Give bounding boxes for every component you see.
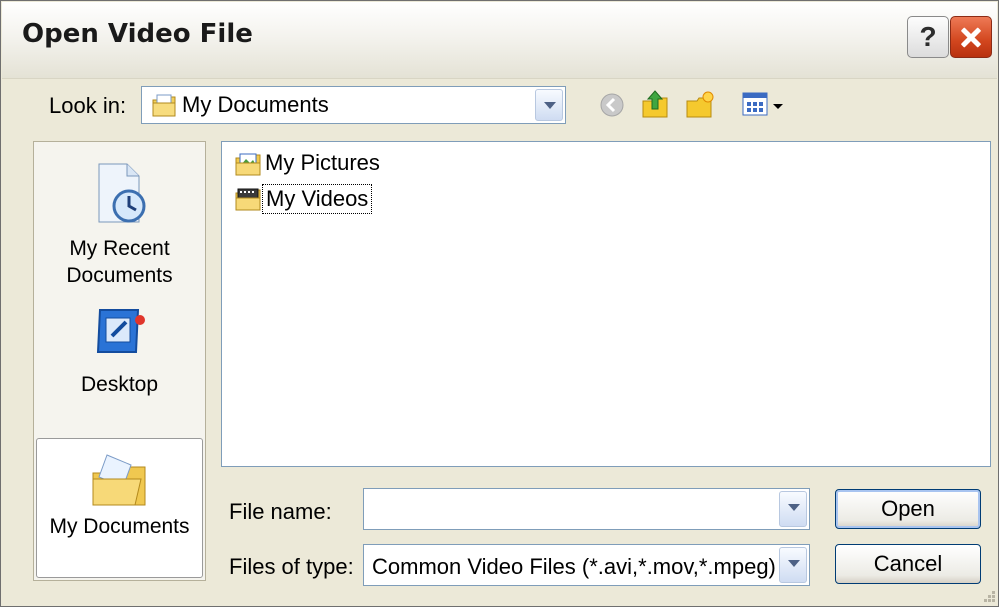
- file-name-dropdown-button[interactable]: [779, 491, 807, 527]
- recent-documents-icon: [98, 163, 145, 223]
- place-label: My Documents: [49, 515, 190, 538]
- my-documents-small-icon: [152, 94, 176, 117]
- file-name-label: File name:: [229, 499, 332, 524]
- file-type-value: Common Video Files (*.avi,*.mov,*.mpeg): [372, 554, 776, 579]
- videos-folder-icon: [235, 188, 261, 211]
- window-title: Open Video File: [22, 19, 253, 49]
- back-icon[interactable]: [598, 91, 626, 119]
- file-name: My Pictures: [265, 150, 380, 175]
- desktop-icon: [96, 309, 145, 353]
- look-in-dropdown[interactable]: My Documents: [141, 86, 566, 124]
- my-documents-icon: [92, 454, 146, 506]
- places-bar: My Recent Documents Desktop My Documents: [33, 141, 206, 581]
- open-button[interactable]: Open: [835, 489, 981, 529]
- place-label: Desktop: [80, 373, 159, 396]
- close-button[interactable]: [950, 16, 992, 58]
- new-folder-icon[interactable]: [684, 89, 716, 121]
- file-type-dropdown[interactable]: Common Video Files (*.avi,*.mov,*.mpeg): [363, 544, 810, 586]
- place-desktop[interactable]: Desktop: [34, 302, 205, 398]
- place-label: Documents: [66, 264, 173, 287]
- file-name-field[interactable]: [363, 488, 810, 530]
- resize-grip-icon[interactable]: [979, 587, 997, 605]
- look-in-dropdown-button[interactable]: [535, 89, 563, 121]
- place-label: My Recent: [69, 237, 170, 260]
- help-button[interactable]: ?: [907, 16, 949, 58]
- up-folder-icon[interactable]: [639, 87, 671, 121]
- place-my-recent-documents[interactable]: My Recent Documents: [34, 160, 205, 289]
- open-video-file-dialog: Open Video File ? Look in: My Documents: [0, 0, 999, 607]
- file-type-dropdown-button[interactable]: [779, 547, 807, 583]
- view-menu-icon[interactable]: [741, 91, 789, 119]
- look-in-label: Look in:: [49, 93, 127, 118]
- title-bar[interactable]: Open Video File ?: [2, 2, 997, 79]
- cancel-button[interactable]: Cancel: [835, 544, 981, 584]
- file-name: My Videos: [262, 184, 373, 214]
- pictures-folder-icon: [235, 153, 261, 176]
- place-my-documents[interactable]: My Documents: [36, 438, 203, 578]
- help-icon: ?: [919, 21, 937, 52]
- look-in-value: My Documents: [182, 92, 329, 117]
- file-type-label: Files of type:: [229, 554, 354, 579]
- file-list[interactable]: My Pictures My Videos: [221, 141, 991, 467]
